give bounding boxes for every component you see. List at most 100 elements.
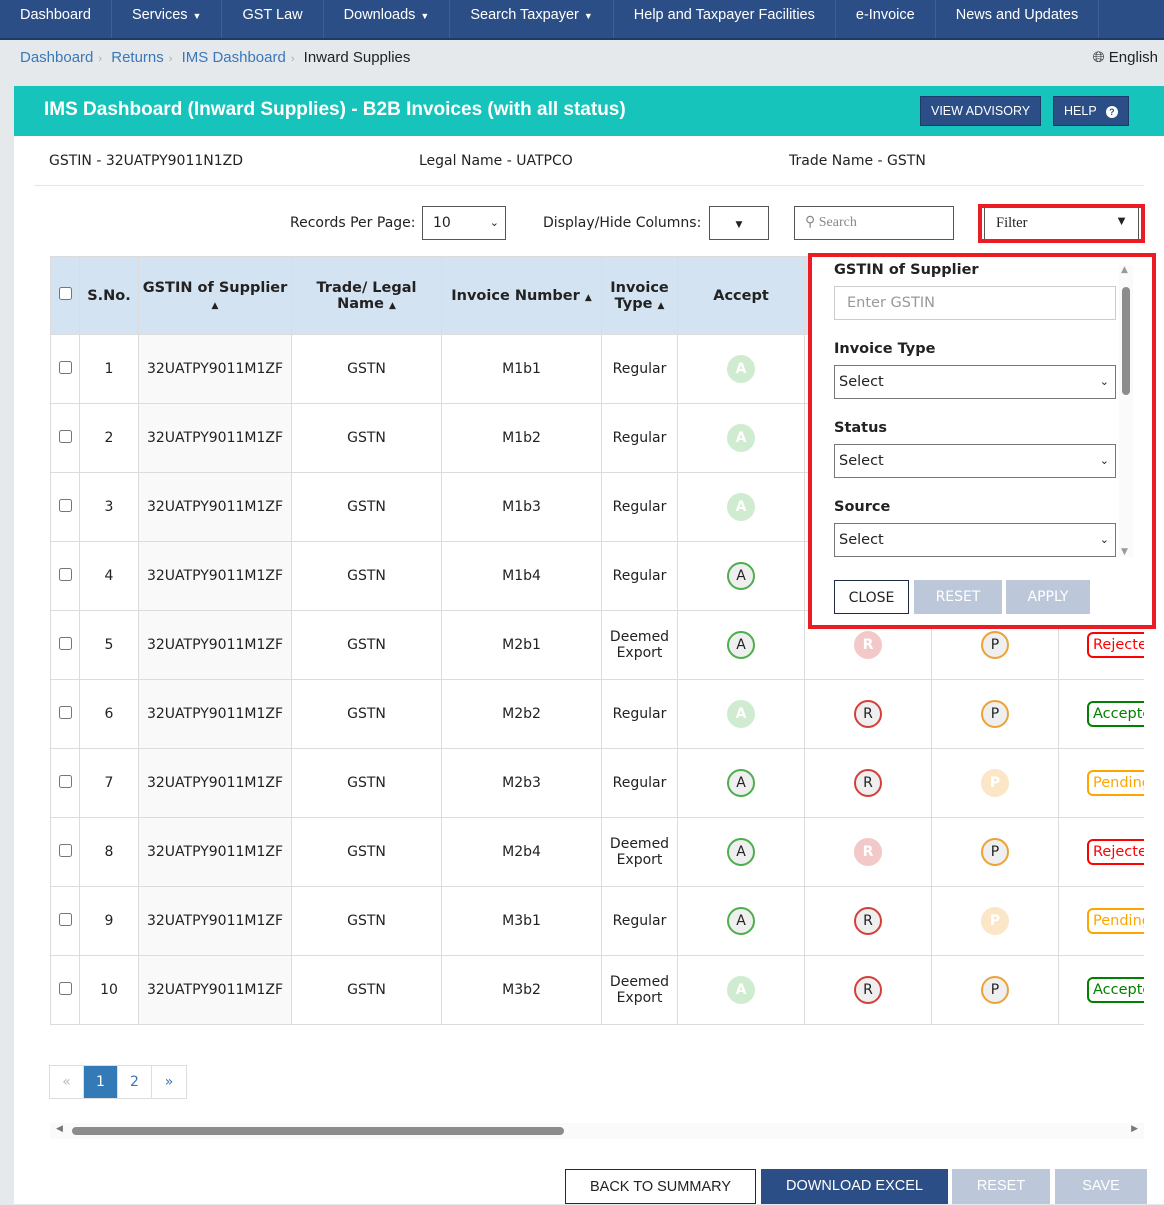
accept-action-button[interactable]: A — [727, 769, 755, 797]
row-checkbox[interactable] — [58, 567, 72, 581]
row-checkbox[interactable] — [58, 636, 72, 650]
accept-action-button[interactable]: A — [727, 631, 755, 659]
horizontal-scrollbar[interactable]: ◀ ▶ — [50, 1123, 1144, 1139]
pending-action-button[interactable]: P — [981, 976, 1009, 1004]
scroll-up-icon[interactable]: ▲ — [1121, 265, 1128, 275]
reject-action-button[interactable]: R — [854, 631, 882, 659]
reset-button[interactable]: RESET — [952, 1169, 1050, 1204]
row-checkbox[interactable] — [58, 774, 72, 788]
select-all-checkbox[interactable] — [58, 287, 72, 300]
row-checkbox[interactable] — [58, 912, 72, 926]
accept-action-button[interactable]: A — [727, 493, 755, 521]
chevron-down-icon: ⌄ — [1099, 454, 1109, 467]
nav-item-services[interactable]: Services ▼ — [112, 0, 223, 38]
reject-cell: R — [804, 679, 932, 749]
reject-cell: R — [804, 955, 932, 1025]
pending-action-button[interactable]: P — [981, 769, 1009, 797]
header-trade-label: Trade/ Legal Name — [316, 279, 417, 312]
reject-action-button[interactable]: R — [854, 838, 882, 866]
sno-cell: 8 — [79, 817, 139, 887]
globe-icon: 🌐︎ — [1092, 49, 1105, 66]
pending-action-button[interactable]: P — [981, 907, 1009, 935]
breadcrumb-dashboard[interactable]: Dashboard — [20, 49, 93, 66]
row-checkbox[interactable] — [58, 705, 72, 719]
scroll-down-icon[interactable]: ▼ — [1121, 547, 1128, 557]
download-excel-button[interactable]: DOWNLOAD EXCEL — [761, 1169, 948, 1204]
row-checkbox[interactable] — [58, 429, 72, 443]
invoice-number-cell: M2b2 — [441, 679, 602, 749]
row-select-cell — [50, 748, 80, 818]
row-checkbox[interactable] — [58, 498, 72, 512]
row-checkbox[interactable] — [58, 360, 72, 374]
pending-action-button[interactable]: P — [981, 700, 1009, 728]
reject-action-button[interactable]: R — [854, 700, 882, 728]
scroll-left-icon[interactable]: ◀ — [56, 1124, 63, 1134]
pending-action-button[interactable]: P — [981, 838, 1009, 866]
filter-close-button[interactable]: CLOSE — [834, 580, 909, 614]
nav-item-gst-law[interactable]: GST Law — [222, 0, 324, 38]
accept-action-button[interactable]: A — [727, 355, 755, 383]
accept-action-button[interactable]: A — [727, 838, 755, 866]
panel-scrollbar-thumb[interactable] — [1122, 287, 1130, 395]
source-label: Source — [834, 499, 891, 515]
accept-action-button[interactable]: A — [727, 976, 755, 1004]
reject-action-button[interactable]: R — [854, 976, 882, 1004]
breadcrumb-returns[interactable]: Returns — [111, 49, 164, 66]
invoice-type-select[interactable]: Select ⌄ — [834, 365, 1116, 399]
next-page-button[interactable]: » — [152, 1066, 186, 1098]
save-button[interactable]: SAVE — [1055, 1169, 1147, 1204]
invoice-number-cell: M1b4 — [441, 541, 602, 611]
prev-page-button[interactable]: « — [50, 1066, 84, 1098]
row-checkbox[interactable] — [58, 981, 72, 995]
chevron-right-icon: › — [168, 53, 173, 65]
filter-button[interactable]: Filter ▼ — [984, 208, 1139, 239]
accept-action-button[interactable]: A — [727, 424, 755, 452]
pending-action-button[interactable]: P — [981, 631, 1009, 659]
trade-name-cell: GSTN — [291, 403, 442, 473]
header-gstin[interactable]: GSTIN of Supplier ▲ — [138, 256, 292, 335]
reject-action-button[interactable]: R — [854, 907, 882, 935]
gstin-filter-input[interactable]: Enter GSTIN — [834, 286, 1116, 320]
panel-scrollbar[interactable]: ▲ ▼ — [1119, 265, 1133, 557]
reject-cell: R — [804, 886, 932, 956]
invoice-type-cell: Regular — [601, 334, 678, 404]
page-2-button[interactable]: 2 — [118, 1066, 152, 1098]
header-invoice-type[interactable]: Invoice Type ▲ — [601, 256, 678, 335]
nav-item-downloads[interactable]: Downloads ▼ — [324, 0, 451, 38]
filter-apply-button[interactable]: APPLY — [1006, 580, 1090, 614]
scroll-right-icon[interactable]: ▶ — [1131, 1124, 1138, 1134]
nav-item-news-and-updates[interactable]: News and Updates — [936, 0, 1100, 38]
source-select[interactable]: Select ⌄ — [834, 523, 1116, 557]
nav-item-dashboard[interactable]: Dashboard — [0, 0, 112, 38]
caret-down-icon: ▼ — [735, 220, 743, 230]
back-to-summary-button[interactable]: BACK TO SUMMARY — [565, 1169, 756, 1204]
scrollbar-thumb[interactable] — [72, 1127, 564, 1135]
accept-cell: A — [677, 886, 805, 956]
accept-action-button[interactable]: A — [727, 700, 755, 728]
display-hide-columns-button[interactable]: ▼ — [709, 206, 769, 240]
invoice-type-cell: Deemed Export — [601, 610, 678, 680]
row-checkbox[interactable] — [58, 843, 72, 857]
gstin-cell: 32UATPY9011M1ZF — [138, 334, 292, 404]
breadcrumb-ims-dashboard[interactable]: IMS Dashboard — [182, 49, 286, 66]
status-select[interactable]: Select ⌄ — [834, 444, 1116, 478]
records-per-page-select[interactable]: 10 ⌄ — [422, 206, 506, 240]
invoice-type-cell: Regular — [601, 748, 678, 818]
help-button[interactable]: HELP ? — [1053, 96, 1129, 126]
row-select-cell — [50, 817, 80, 887]
header-trade-name[interactable]: Trade/ Legal Name ▲ — [291, 256, 442, 335]
search-input[interactable]: ⚲ Search — [794, 206, 954, 240]
language-selector[interactable]: 🌐︎ English — [1093, 49, 1158, 66]
header-invoice-number[interactable]: Invoice Number ▲ — [441, 256, 602, 335]
reject-action-button[interactable]: R — [854, 769, 882, 797]
filter-reset-button[interactable]: RESET — [914, 580, 1002, 614]
nav-item-help-and-taxpayer-facilities[interactable]: Help and Taxpayer Facilities — [614, 0, 836, 38]
page-1-button[interactable]: 1 — [84, 1066, 118, 1098]
row-select-cell — [50, 541, 80, 611]
view-advisory-button[interactable]: VIEW ADVISORY — [920, 96, 1042, 126]
records-value: 10 — [433, 215, 451, 231]
nav-item-e-invoice[interactable]: e-Invoice — [836, 0, 936, 38]
nav-item-search-taxpayer[interactable]: Search Taxpayer ▼ — [450, 0, 614, 38]
accept-action-button[interactable]: A — [727, 907, 755, 935]
accept-action-button[interactable]: A — [727, 562, 755, 590]
